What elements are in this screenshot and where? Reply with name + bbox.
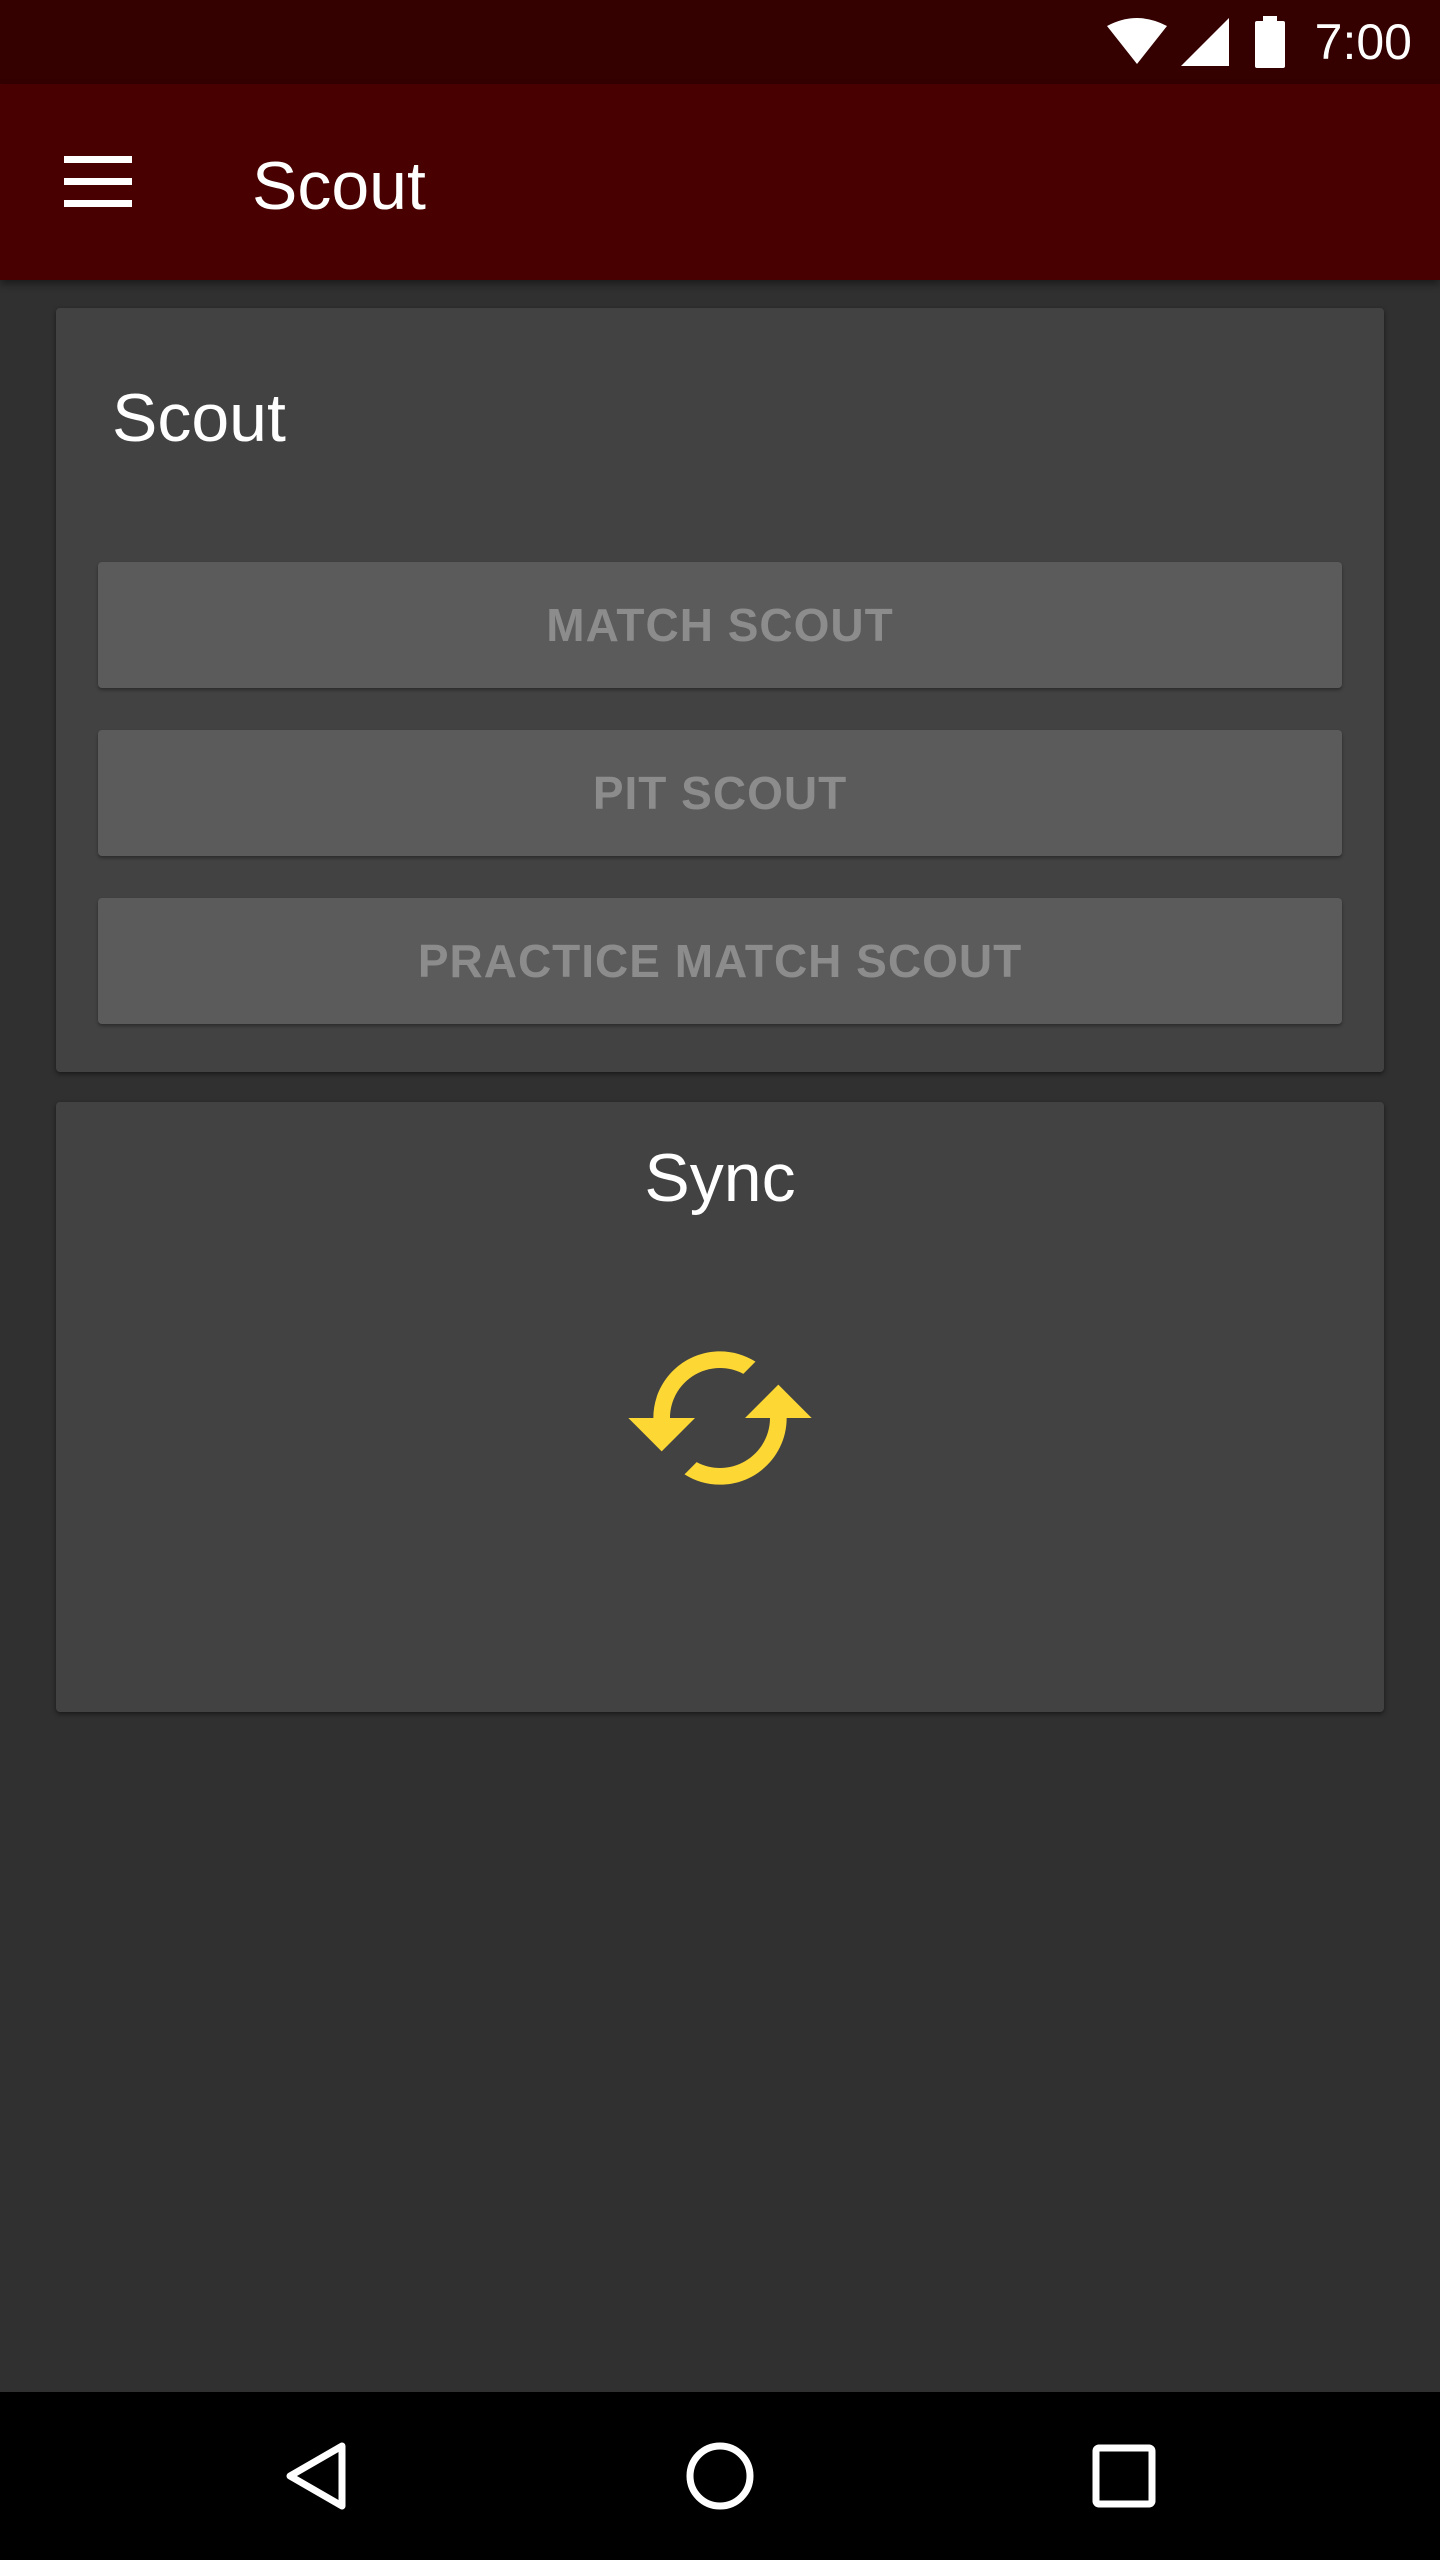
recents-icon[interactable]	[1082, 2434, 1166, 2518]
sync-card: Sync	[56, 1102, 1384, 1712]
nav-bar	[0, 2392, 1440, 2560]
status-bar: 7:00	[0, 0, 1440, 84]
sync-card-title: Sync	[644, 1140, 796, 1216]
hamburger-menu-icon[interactable]	[64, 156, 132, 208]
pit-scout-button[interactable]: PIT SCOUT	[98, 730, 1342, 856]
wifi-icon	[1106, 18, 1167, 64]
scout-card-title: Scout	[112, 380, 286, 456]
battery-icon	[1254, 16, 1285, 68]
back-icon[interactable]	[274, 2434, 358, 2518]
app-bar: Scout	[0, 84, 1440, 280]
app-title: Scout	[252, 148, 426, 224]
match-scout-button[interactable]: MATCH SCOUT	[98, 562, 1342, 688]
signal-icon	[1180, 18, 1229, 66]
scout-card: Scout MATCH SCOUT PIT SCOUT PRACTICE MAT…	[56, 308, 1384, 1072]
status-time: 7:00	[1314, 14, 1412, 70]
practice-match-scout-button[interactable]: PRACTICE MATCH SCOUT	[98, 898, 1342, 1024]
home-icon[interactable]	[678, 2434, 762, 2518]
sync-icon[interactable]	[620, 1318, 820, 1518]
status-icons: 7:00	[1105, 0, 1412, 84]
